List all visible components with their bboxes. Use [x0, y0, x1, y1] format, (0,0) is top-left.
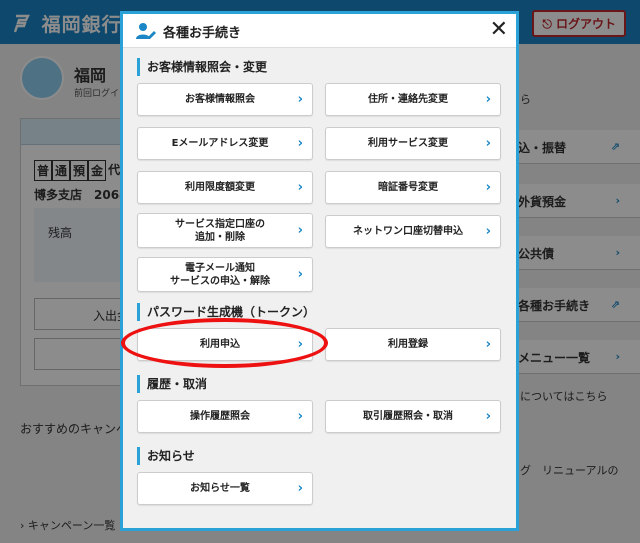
notices-list-button[interactable]: お知らせ一覧 ›	[137, 472, 313, 505]
user-edit-icon	[136, 23, 156, 39]
chevron-right-icon: ›	[297, 135, 303, 151]
transaction-history-button[interactable]: 取引履歴照会・取消 ›	[325, 400, 501, 433]
button-label: Eメールアドレス変更	[171, 138, 269, 149]
modal-title: 各種お手続き	[163, 26, 242, 41]
modal-header: 各種お手続き ✕	[123, 14, 516, 48]
chevron-right-icon: ›	[485, 223, 491, 239]
button-label: 取引履歴照会・取消	[363, 411, 453, 422]
token-apply-button[interactable]: 利用申込 ›	[137, 328, 313, 361]
email-notification-button[interactable]: 電子メール通知 サービスの申込・解除 ›	[137, 257, 313, 292]
chevron-right-icon: ›	[485, 336, 491, 352]
limit-change-button[interactable]: 利用限度額変更 ›	[137, 171, 313, 204]
chevron-right-icon: ›	[485, 91, 491, 107]
chevron-right-icon: ›	[297, 266, 303, 282]
button-label: ネットワン口座切替申込	[353, 226, 463, 237]
close-icon[interactable]: ✕	[490, 17, 508, 43]
section-title-history: 履歴・取消	[137, 375, 207, 393]
chevron-right-icon: ›	[297, 480, 303, 496]
button-label: 住所・連絡先変更	[368, 94, 448, 105]
section-title-token: パスワード生成機（トークン）	[137, 303, 315, 321]
chevron-right-icon: ›	[485, 408, 491, 424]
chevron-right-icon: ›	[297, 408, 303, 424]
chevron-right-icon: ›	[485, 179, 491, 195]
email-change-button[interactable]: Eメールアドレス変更 ›	[137, 127, 313, 160]
chevron-right-icon: ›	[297, 222, 303, 238]
button-label: 利用登録	[388, 339, 428, 350]
netone-account-switch-button[interactable]: ネットワン口座切替申込 ›	[325, 215, 501, 248]
chevron-right-icon: ›	[297, 91, 303, 107]
address-change-button[interactable]: 住所・連絡先変更 ›	[325, 83, 501, 116]
chevron-right-icon: ›	[297, 336, 303, 352]
button-label: 利用サービス変更	[368, 138, 448, 149]
designated-account-button[interactable]: サービス指定口座の 追加・削除 ›	[137, 213, 313, 248]
button-label: 電子メール通知 サービスの申込・解除	[170, 262, 270, 287]
button-label: サービス指定口座の 追加・削除	[175, 218, 265, 243]
button-label: 利用申込	[200, 339, 240, 350]
token-register-button[interactable]: 利用登録 ›	[325, 328, 501, 361]
procedures-modal: 各種お手続き ✕ お客様情報照会・変更 お客様情報照会 › 住所・連絡先変更 › E…	[120, 11, 519, 531]
customer-info-inquiry-button[interactable]: お客様情報照会 ›	[137, 83, 313, 116]
section-title-customer-info: お客様情報照会・変更	[137, 58, 267, 76]
button-label: 暗証番号変更	[378, 182, 438, 193]
chevron-right-icon: ›	[297, 179, 303, 195]
button-label: お客様情報照会	[185, 94, 255, 105]
operation-history-button[interactable]: 操作履歴照会 ›	[137, 400, 313, 433]
section-title-notices: お知らせ	[137, 447, 195, 465]
button-label: 操作履歴照会	[190, 411, 250, 422]
service-change-button[interactable]: 利用サービス変更 ›	[325, 127, 501, 160]
pin-change-button[interactable]: 暗証番号変更 ›	[325, 171, 501, 204]
chevron-right-icon: ›	[485, 135, 491, 151]
button-label: お知らせ一覧	[190, 483, 250, 494]
button-label: 利用限度額変更	[185, 182, 255, 193]
